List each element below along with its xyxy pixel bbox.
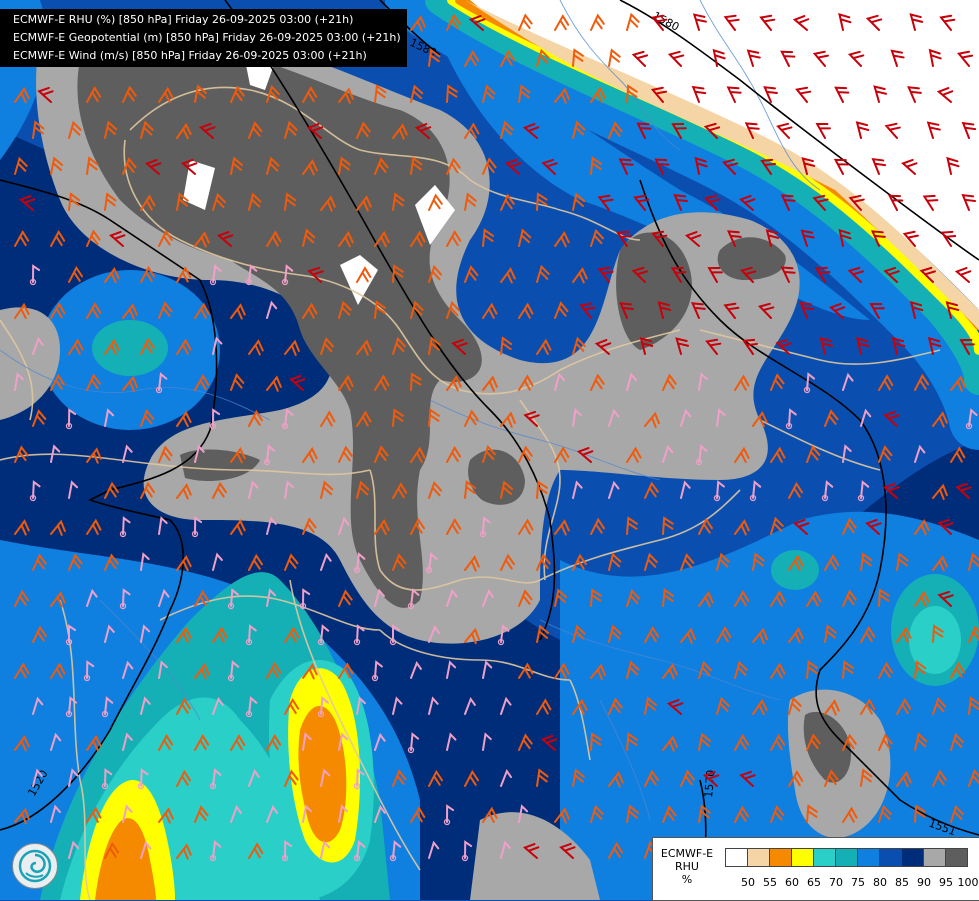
legend-tick: 65 <box>807 876 821 889</box>
rhu-legend: ECMWF-E RHU % 50 55 60 65 70 75 80 85 90 95 100 <box>652 837 979 901</box>
rhu-title: ECMWF-E RHU (%) [850 hPa] Friday 26-09-2… <box>13 13 354 26</box>
legend-swatch <box>791 848 814 867</box>
map-title-box: ECMWF-E RHU (%) [850 hPa] Friday 26-09-2… <box>0 9 407 67</box>
legend-tick: 100 <box>957 876 979 889</box>
legend-tick: 95 <box>939 876 953 889</box>
legend-tick: 85 <box>895 876 909 889</box>
legend-unit: % <box>681 873 693 886</box>
legend-model: ECMWF-E <box>660 847 714 860</box>
legend-swatches <box>725 848 968 867</box>
rhu-map: 1580 1580 1520 1570 1551 <box>0 0 979 900</box>
legend-swatch <box>725 848 748 867</box>
legend-ticks: 50 55 60 65 70 75 80 85 90 95 100 <box>725 876 979 890</box>
legend-swatch <box>747 848 770 867</box>
legend-swatch <box>835 848 858 867</box>
legend-swatch <box>923 848 946 867</box>
legend-swatch <box>813 848 836 867</box>
legend-swatch <box>945 848 968 867</box>
legend-swatch <box>769 848 792 867</box>
legend-variable: RHU <box>675 860 699 873</box>
legend-swatch <box>901 848 924 867</box>
legend-title: ECMWF-E RHU % <box>653 847 721 886</box>
geopotential-title: ECMWF-E Geopotential (m) [850 hPa] Frida… <box>13 31 401 44</box>
wind-title: ECMWF-E Wind (m/s) [850 hPa] Friday 26-0… <box>13 49 367 62</box>
legend-swatch <box>879 848 902 867</box>
legend-tick: 90 <box>917 876 931 889</box>
legend-tick: 50 <box>741 876 755 889</box>
legend-tick: 70 <box>829 876 843 889</box>
ecmwf-swirl-icon <box>12 843 58 889</box>
legend-tick: 55 <box>763 876 777 889</box>
legend-swatch <box>857 848 880 867</box>
legend-tick: 75 <box>851 876 865 889</box>
legend-tick: 60 <box>785 876 799 889</box>
legend-tick: 80 <box>873 876 887 889</box>
